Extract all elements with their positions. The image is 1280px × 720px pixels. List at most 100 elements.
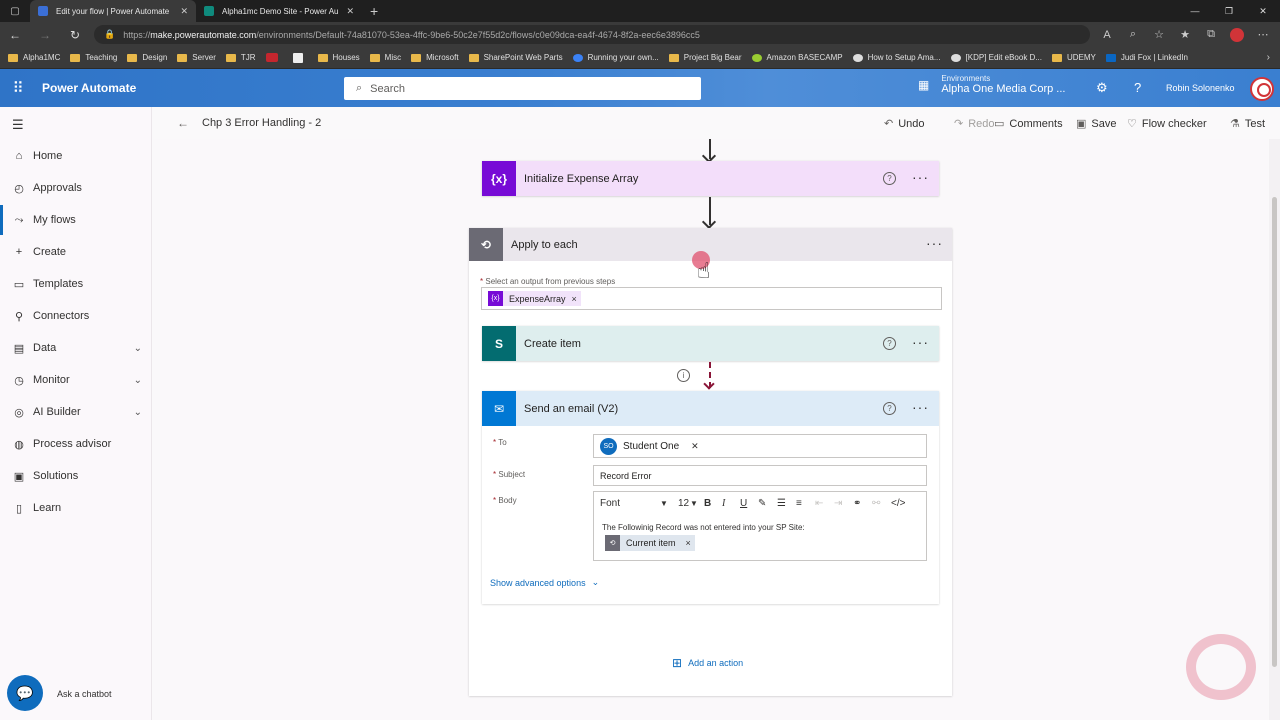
more-options-icon[interactable]: ···: [912, 334, 929, 350]
browser-tab-active[interactable]: Edit your flow | Power Automate ✕: [30, 0, 196, 22]
minimize-icon[interactable]: —: [1178, 0, 1212, 22]
bookmark[interactable]: Project Big Bear: [668, 53, 742, 62]
increase-indent-icon[interactable]: ⇥: [834, 498, 853, 509]
subject-field[interactable]: Record Error: [593, 465, 927, 486]
create-item-action[interactable]: S Create item ? ···: [482, 326, 939, 361]
action-header[interactable]: {x} Initialize Expense Array: [482, 161, 939, 196]
refresh-icon[interactable]: ↻: [60, 28, 90, 42]
bookmark[interactable]: [265, 53, 283, 62]
canvas-scrollbar[interactable]: [1269, 139, 1280, 720]
nav-item-ai-builder[interactable]: ◎ AI Builder ⌄: [0, 397, 152, 427]
help-icon[interactable]: ?: [1134, 80, 1141, 95]
nav-item-process-advisor[interactable]: ◍ Process advisor: [0, 429, 152, 459]
bookmark[interactable]: Design: [127, 53, 167, 62]
underline-icon[interactable]: U: [740, 498, 758, 509]
help-icon[interactable]: ?: [883, 337, 896, 350]
tab-actions-icon[interactable]: ▢: [0, 6, 30, 17]
flow-checker-button[interactable]: ♡ Flow checker: [1127, 117, 1207, 131]
more-options-icon[interactable]: ···: [912, 399, 929, 415]
restore-icon[interactable]: ❐: [1212, 0, 1246, 22]
bookmark[interactable]: [292, 52, 308, 63]
nav-item-home[interactable]: ⌂ Home: [0, 141, 152, 171]
redo-button[interactable]: ↷ Redo: [954, 117, 995, 131]
zoom-icon[interactable]: ⌕: [1122, 28, 1144, 41]
app-name[interactable]: Power Automate: [42, 81, 136, 95]
current-item-token[interactable]: ⟲ Current item ×: [605, 535, 695, 551]
browser-tab[interactable]: Alpha1mc Demo Site - Power Au ✕: [196, 0, 362, 22]
favorite-icon[interactable]: ☆: [1148, 28, 1170, 41]
show-advanced-options-link[interactable]: Show advanced options ⌄: [490, 577, 599, 588]
user-name[interactable]: Robin Solonenko: [1166, 83, 1235, 93]
bookmark[interactable]: Teaching: [70, 53, 117, 62]
bold-icon[interactable]: B: [704, 498, 722, 509]
environment-picker[interactable]: ▦ Environments Alpha One Media Corp ...: [918, 74, 1065, 95]
more-icon[interactable]: ⋯: [1252, 28, 1274, 41]
save-button[interactable]: ▣ Save: [1076, 117, 1116, 131]
font-dropdown-icon[interactable]: ▼: [660, 499, 678, 508]
close-window-icon[interactable]: ✕: [1246, 0, 1280, 22]
to-field[interactable]: SO Student One ✕: [593, 434, 927, 458]
close-tab-icon[interactable]: ✕: [346, 6, 354, 17]
nav-item-approvals[interactable]: ◴ Approvals: [0, 173, 152, 203]
add-action-button[interactable]: ⊞ Add an action: [672, 656, 743, 670]
bookmark[interactable]: [KDP] Edit eBook D...: [950, 53, 1042, 62]
avatar[interactable]: [1250, 77, 1274, 101]
hamburger-icon[interactable]: ☰: [12, 117, 24, 133]
select-output-field[interactable]: {x} ExpenseArray ×: [481, 287, 942, 310]
chatbot-label[interactable]: Ask a chatbot: [57, 689, 112, 699]
favorites-icon[interactable]: ★: [1174, 28, 1196, 41]
read-aloud-icon[interactable]: A: [1096, 29, 1118, 41]
bookmark[interactable]: How to Setup Ama...: [852, 53, 941, 62]
info-icon[interactable]: i: [677, 369, 690, 382]
italic-icon[interactable]: I: [722, 498, 740, 509]
decrease-indent-icon[interactable]: ⇤: [815, 498, 834, 509]
chevron-down-icon[interactable]: ⌄: [134, 375, 142, 386]
size-dropdown-icon[interactable]: ▼: [690, 499, 704, 508]
expense-array-token[interactable]: {x} ExpenseArray ×: [488, 291, 581, 306]
profile-icon[interactable]: [1230, 27, 1244, 42]
nav-item-solutions[interactable]: ▣ Solutions: [0, 461, 152, 491]
numbered-list-icon[interactable]: ≡: [796, 498, 815, 509]
back-icon[interactable]: ←: [0, 28, 30, 42]
nav-item-connectors[interactable]: ⚲ Connectors: [0, 301, 152, 331]
nav-item-learn[interactable]: ▯ Learn: [0, 493, 152, 523]
bookmark[interactable]: Alpha1MC: [8, 53, 60, 62]
settings-icon[interactable]: ⚙: [1096, 80, 1108, 96]
bookmark[interactable]: UDEMY: [1052, 53, 1096, 62]
action-header[interactable]: ✉ Send an email (V2): [482, 391, 939, 426]
app-launcher-icon[interactable]: ⠿: [0, 79, 36, 97]
bookmark[interactable]: Microsoft: [411, 53, 459, 62]
nav-item-my-flows[interactable]: ⤳ My flows: [0, 205, 152, 235]
close-tab-icon[interactable]: ✕: [180, 6, 188, 17]
apply-to-each-header[interactable]: ⟲ Apply to each: [469, 228, 952, 261]
undo-button[interactable]: ↶ Undo: [884, 117, 925, 131]
more-options-icon[interactable]: ···: [912, 169, 929, 185]
remove-token-icon[interactable]: ×: [572, 294, 577, 304]
url-field[interactable]: 🔒 https://make.powerautomate.com/environ…: [94, 25, 1090, 44]
help-icon[interactable]: ?: [883, 402, 896, 415]
link-icon[interactable]: ⚭: [853, 498, 872, 509]
scrollbar-thumb[interactable]: [1272, 197, 1277, 667]
more-options-icon[interactable]: ···: [926, 235, 943, 251]
chevron-down-icon[interactable]: ⌄: [134, 343, 142, 354]
nav-item-templates[interactable]: ▭ Templates: [0, 269, 152, 299]
initialize-variable-action[interactable]: {x} Initialize Expense Array ? ···: [482, 161, 939, 196]
more-bookmarks-icon[interactable]: ›: [1267, 52, 1270, 63]
remove-token-icon[interactable]: ✕: [691, 441, 699, 452]
bookmark[interactable]: Misc: [369, 53, 401, 62]
unlink-icon[interactable]: ⚯: [872, 498, 891, 509]
font-select[interactable]: Font: [600, 498, 660, 509]
font-size-select[interactable]: 12: [678, 498, 690, 509]
chevron-down-icon[interactable]: ⌄: [134, 407, 142, 418]
bookmark[interactable]: Judi Fox | LinkedIn: [1105, 53, 1188, 62]
collections-icon[interactable]: ⧉: [1200, 28, 1222, 41]
bookmark[interactable]: SharePoint Web Parts: [468, 53, 563, 62]
bookmark[interactable]: Amazon BASECAMP: [751, 53, 843, 62]
bookmark[interactable]: TJR: [225, 53, 256, 62]
nav-item-create[interactable]: + Create: [0, 237, 152, 267]
back-arrow-icon[interactable]: ←: [177, 116, 189, 130]
help-icon[interactable]: ?: [883, 172, 896, 185]
body-editor[interactable]: Font ▼ 12 ▼ B I U ✎ ☰ ≡ ⇤ ⇥ ⚭ ⚯ </> The …: [593, 491, 927, 561]
nav-item-data[interactable]: ▤ Data ⌄: [0, 333, 152, 363]
remove-token-icon[interactable]: ×: [686, 538, 691, 548]
